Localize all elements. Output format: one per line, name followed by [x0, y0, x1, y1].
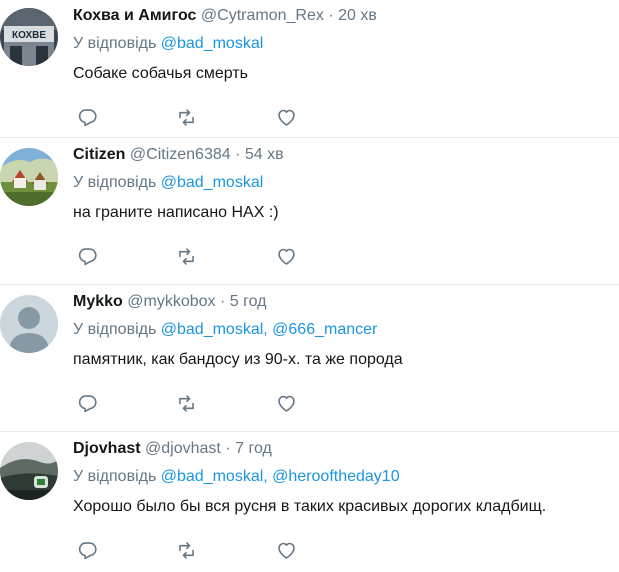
tweet-text: памятник, как бандосу из 90-х. та же пор…: [73, 351, 403, 368]
heart-icon: [277, 542, 295, 559]
avatar-image: [0, 442, 58, 500]
reply-button[interactable]: [73, 536, 101, 564]
avatar[interactable]: [0, 148, 58, 206]
like-button[interactable]: [272, 103, 300, 131]
retweet-icon: [178, 394, 194, 412]
reply-mention-link[interactable]: @bad_moskal, @herooftheday10: [161, 468, 400, 485]
retweet-button[interactable]: [172, 389, 200, 417]
reply-icon: [78, 108, 97, 126]
reply-prefix: У відповідь: [73, 321, 157, 338]
timestamp[interactable]: 20 хв: [338, 7, 377, 24]
tweet-header: Кохва и Амигос @Cytramon_Rex · 20 хв: [73, 3, 619, 29]
user-handle[interactable]: @Cytramon_Rex: [201, 7, 324, 24]
reply-context: У відповідь @bad_moskal, @herooftheday10: [73, 462, 619, 492]
replies-feed: КОХВЕ Кохва и Амигос @Cytramon_Rex · 20 …: [0, 0, 619, 572]
user-handle[interactable]: @mykkobox: [127, 293, 215, 310]
retweet-button[interactable]: [172, 242, 200, 270]
user-handle[interactable]: @Citizen6384: [130, 146, 231, 163]
avatar[interactable]: КОХВЕ: [0, 8, 58, 66]
tweet-content: Mykko @mykkobox · 5 год У відповідь @bad…: [73, 289, 619, 419]
separator-dot: ·: [328, 7, 334, 24]
retweet-icon: [178, 247, 194, 265]
reply-tweet[interactable]: Citizen @Citizen6384 · 54 хв У відповідь…: [0, 138, 619, 285]
avatar[interactable]: [0, 442, 58, 500]
timestamp[interactable]: 54 хв: [245, 146, 284, 163]
reply-button[interactable]: [73, 103, 101, 131]
tweet-actions: [73, 389, 619, 419]
reply-tweet[interactable]: Djovhast @djovhast · 7 год У відповідь @…: [0, 432, 619, 572]
reply-icon: [78, 247, 97, 265]
reply-tweet[interactable]: КОХВЕ Кохва и Амигос @Cytramon_Rex · 20 …: [0, 0, 619, 138]
reply-icon: [78, 541, 97, 559]
tweet-header: Mykko @mykkobox · 5 год: [73, 289, 619, 315]
like-button[interactable]: [272, 242, 300, 270]
reply-mention-link[interactable]: @bad_moskal: [161, 174, 264, 191]
display-name[interactable]: Кохва и Амигос: [73, 7, 196, 24]
avatar-sign-text: КОХВЕ: [12, 30, 46, 41]
tweet-text: на граните написано НАХ :): [73, 204, 279, 221]
reply-icon: [78, 394, 97, 412]
avatar[interactable]: [0, 295, 58, 353]
tweet-actions: [73, 536, 619, 566]
heart-icon: [277, 248, 295, 265]
tweet-text: Хорошо было бы вся русня в таких красивы…: [73, 498, 547, 515]
display-name[interactable]: Mykko: [73, 293, 123, 310]
separator-dot: ·: [235, 146, 241, 163]
retweet-icon: [178, 108, 194, 126]
tweet-header: Djovhast @djovhast · 7 год: [73, 436, 619, 462]
tweet-content: Djovhast @djovhast · 7 год У відповідь @…: [73, 436, 619, 566]
timestamp[interactable]: 5 год: [230, 293, 267, 310]
heart-icon: [277, 109, 295, 126]
avatar-image: КОХВЕ: [0, 8, 58, 66]
reply-context: У відповідь @bad_moskal, @666_mancer: [73, 315, 619, 345]
tweet-content: Citizen @Citizen6384 · 54 хв У відповідь…: [73, 142, 619, 272]
reply-button[interactable]: [73, 242, 101, 270]
separator-dot: ·: [225, 440, 231, 457]
reply-prefix: У відповідь: [73, 468, 157, 485]
separator-dot: ·: [219, 293, 226, 310]
like-button[interactable]: [272, 536, 300, 564]
reply-prefix: У відповідь: [73, 174, 157, 191]
user-handle[interactable]: @djovhast: [145, 440, 221, 457]
reply-button[interactable]: [73, 389, 101, 417]
heart-icon: [277, 395, 295, 412]
tweet-actions: [73, 103, 619, 133]
retweet-button[interactable]: [172, 103, 200, 131]
retweet-button[interactable]: [172, 536, 200, 564]
reply-mention-link[interactable]: @bad_moskal: [161, 35, 264, 52]
like-button[interactable]: [272, 389, 300, 417]
reply-prefix: У відповідь: [73, 35, 157, 52]
reply-context: У відповідь @bad_moskal: [73, 168, 619, 198]
reply-context: У відповідь @bad_moskal: [73, 29, 619, 59]
display-name[interactable]: Citizen: [73, 146, 125, 163]
tweet-actions: [73, 242, 619, 272]
reply-tweet[interactable]: Mykko @mykkobox · 5 год У відповідь @bad…: [0, 285, 619, 432]
default-avatar-icon: [0, 295, 58, 353]
timestamp[interactable]: 7 год: [235, 440, 272, 457]
retweet-icon: [178, 541, 194, 559]
tweet-header: Citizen @Citizen6384 · 54 хв: [73, 142, 619, 168]
reply-mention-link[interactable]: @bad_moskal, @666_mancer: [161, 321, 378, 338]
tweet-text: Собаке собачья смерть: [73, 65, 248, 82]
display-name[interactable]: Djovhast: [73, 440, 141, 457]
tweet-content: Кохва и Амигос @Cytramon_Rex · 20 хв У в…: [73, 3, 619, 133]
avatar-image: [0, 148, 58, 206]
